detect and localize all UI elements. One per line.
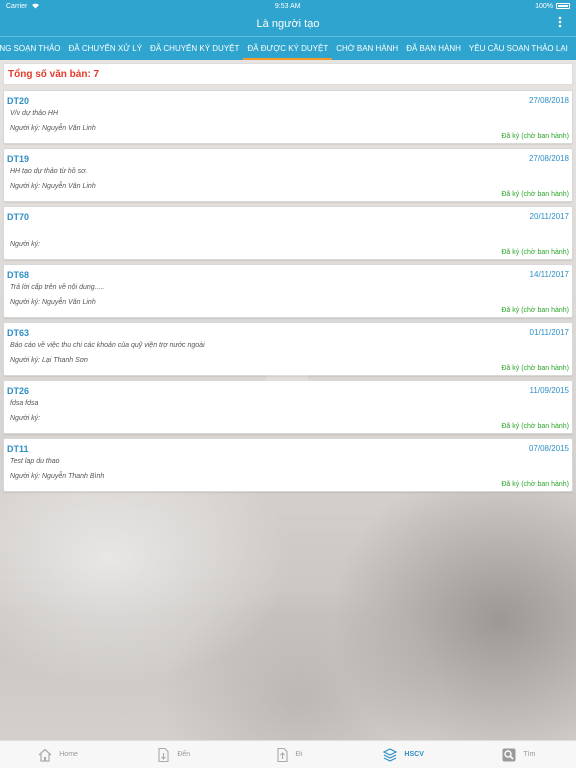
tab-sent-processing[interactable]: ĐÃ CHUYỂN XỬ LÝ <box>65 37 147 60</box>
home-icon <box>37 747 53 763</box>
doc-date: 14/11/2017 <box>529 270 569 279</box>
doc-code: DT70 <box>7 212 30 222</box>
doc-status: Đã ký (chờ ban hành) <box>501 481 569 488</box>
doc-date: 07/08/2015 <box>528 444 569 453</box>
nav-bar: Là người tạo <box>0 12 576 36</box>
doc-code: DT26 <box>7 386 30 396</box>
total-count-bar: Tổng số văn bản: 7 <box>3 63 573 85</box>
carrier-label: Carrier <box>6 2 28 10</box>
tabbar-search-label: Tìm <box>523 751 536 758</box>
doc-status: Đã ký (chờ ban hành) <box>501 191 569 198</box>
status-bar: Carrier 9:53 AM 100% <box>0 0 576 12</box>
list-item[interactable]: DT68 14/11/2017 Trả lời cấp trên về nội … <box>3 264 573 318</box>
list-item[interactable]: DT11 07/08/2015 Test lap du thao Người k… <box>3 438 573 492</box>
clock-label: 9:53 AM <box>274 2 301 10</box>
tabbar-outgoing[interactable]: Đi <box>238 747 338 763</box>
tab-awaiting-issue[interactable]: CHỜ BAN HÀNH <box>332 37 402 60</box>
doc-summary: Trả lời cấp trên về nội dung..... <box>10 284 105 291</box>
doc-status: Đã ký (chờ ban hành) <box>501 133 569 140</box>
tab-issued[interactable]: ĐÃ BAN HÀNH <box>402 37 465 60</box>
outgoing-doc-icon <box>274 747 290 763</box>
tabbar-home[interactable]: Home <box>8 747 108 763</box>
doc-code: DT20 <box>7 96 30 106</box>
search-icon <box>501 747 517 763</box>
doc-code: DT68 <box>7 270 30 280</box>
doc-date: 11/09/2015 <box>529 386 569 395</box>
doc-status: Đã ký (chờ ban hành) <box>501 423 569 430</box>
more-options-icon[interactable] <box>558 16 562 31</box>
battery-icon <box>555 3 570 9</box>
doc-signer: Người ký: <box>10 241 41 248</box>
page-title: Là người tạo <box>256 18 320 30</box>
doc-summary: Test lap du thao <box>10 458 60 465</box>
doc-code: DT11 <box>7 444 29 454</box>
tabbar-hscv[interactable]: HSCV <box>353 747 453 763</box>
doc-signer: Người ký: <box>10 415 41 422</box>
doc-summary: Báo cáo về việc thu chi các khoản của qu… <box>10 342 205 349</box>
doc-status: Đã ký (chờ ban hành) <box>501 249 569 256</box>
tabbar-outgoing-label: Đi <box>295 751 303 758</box>
doc-date: 01/11/2017 <box>529 328 569 337</box>
list-item[interactable]: DT20 27/08/2018 V/v dự thảo HH Người ký:… <box>3 90 573 144</box>
total-count-label: Tổng số văn bản: 7 <box>8 68 100 80</box>
tabbar-incoming[interactable]: Đến <box>123 747 223 763</box>
bottom-tab-bar: Home Đến Đi HSCV Tìm <box>0 740 576 768</box>
tabbar-search[interactable]: Tìm <box>468 747 568 763</box>
tab-approved[interactable]: ĐÃ ĐƯỢC KÝ DUYỆT <box>243 37 333 60</box>
doc-signer: Người ký: Nguyễn Văn Linh <box>10 125 96 132</box>
incoming-doc-icon <box>155 747 171 763</box>
doc-date: 27/08/2018 <box>528 154 569 163</box>
status-left: Carrier <box>6 2 40 11</box>
tab-sent-approval[interactable]: ĐÃ CHUYỂN KÝ DUYỆT <box>146 37 243 60</box>
tabbar-hscv-label: HSCV <box>404 751 424 758</box>
list-item[interactable]: DT19 27/08/2018 HH tạo dự thảo từ hồ sơ.… <box>3 148 573 202</box>
wifi-icon <box>31 2 40 11</box>
tabbar-home-label: Home <box>59 751 78 758</box>
doc-summary: V/v dự thảo HH <box>10 110 59 117</box>
doc-date: 20/11/2017 <box>529 212 569 221</box>
doc-signer: Người ký: Nguyễn Văn Linh <box>10 183 96 190</box>
doc-date: 27/08/2018 <box>528 96 569 105</box>
list-item[interactable]: DT70 20/11/2017 Người ký: Đã ký (chờ ban… <box>3 206 573 260</box>
doc-signer: Người ký: Lại Thanh Sơn <box>10 357 88 364</box>
doc-signer: Người ký: Nguyễn Thanh Bình <box>10 473 105 480</box>
doc-status: Đã ký (chờ ban hành) <box>501 365 569 372</box>
tab-drafting[interactable]: ANG SOẠN THẢO <box>0 37 65 60</box>
doc-code: DT19 <box>7 154 30 164</box>
layers-icon <box>382 747 398 763</box>
tab-redraft-requested[interactable]: YÊU CẦU SOẠN THẢO LẠI <box>465 37 572 60</box>
tabbar-incoming-label: Đến <box>177 751 191 758</box>
doc-code: DT63 <box>7 328 30 338</box>
battery-label: 100% <box>535 2 553 10</box>
background-overlay <box>266 362 308 404</box>
doc-signer: Người ký: Nguyễn Văn Linh <box>10 299 96 306</box>
category-tabs: ANG SOẠN THẢO ĐÃ CHUYỂN XỬ LÝ ĐÃ CHUYỂN … <box>0 36 576 60</box>
doc-status: Đã ký (chờ ban hành) <box>501 307 569 314</box>
doc-summary: fdsa fdsa <box>10 400 39 407</box>
status-right: 100% <box>535 3 570 10</box>
doc-summary: HH tạo dự thảo từ hồ sơ. <box>10 168 88 175</box>
document-list: DT20 27/08/2018 V/v dự thảo HH Người ký:… <box>3 90 573 496</box>
